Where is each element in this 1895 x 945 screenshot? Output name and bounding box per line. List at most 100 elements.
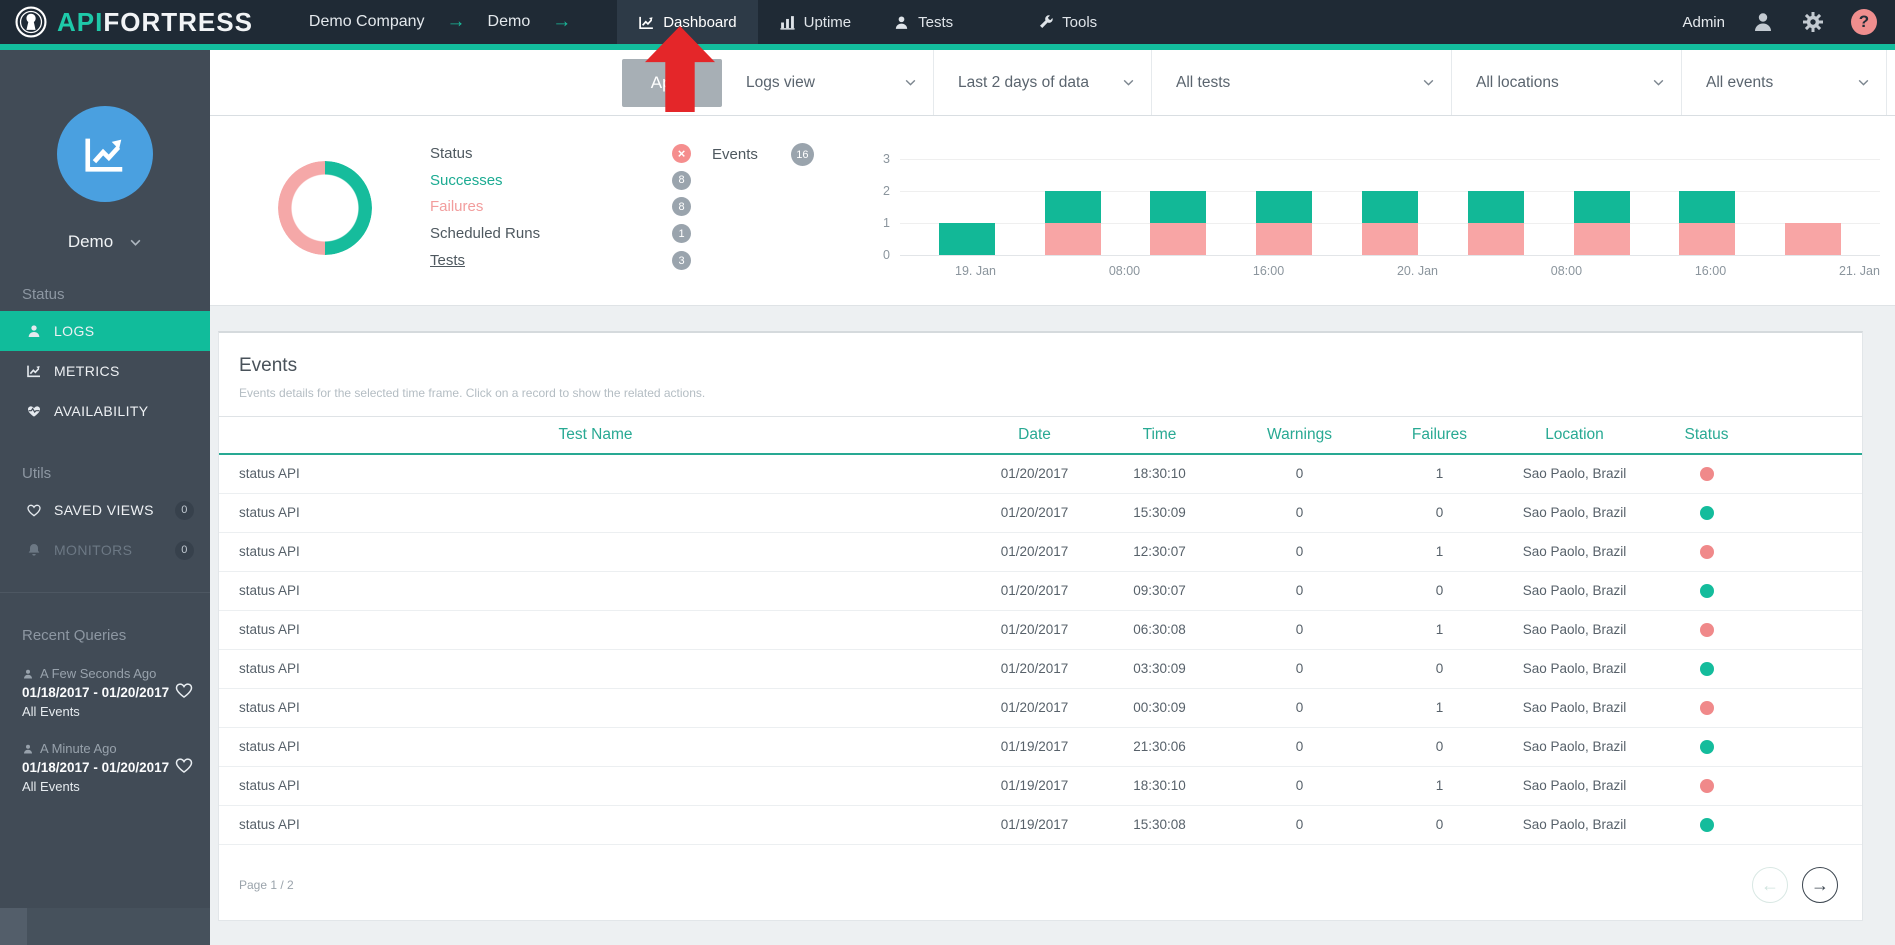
- x-axis-tick: 20. Jan: [1397, 264, 1438, 278]
- table-row[interactable]: status API 01/20/2017 03:30:09 0 0 Sao P…: [219, 649, 1862, 688]
- table-column-header[interactable]: Time: [1097, 417, 1222, 455]
- filter-dropdown-value: All locations: [1476, 74, 1559, 92]
- cell-failures: 1: [1377, 766, 1502, 805]
- project-avatar[interactable]: [57, 106, 153, 202]
- chart-bar-slot: [1549, 191, 1655, 255]
- status-summary-row[interactable]: Failures 8: [430, 194, 691, 221]
- status-summary-row[interactable]: Successes 8: [430, 167, 691, 194]
- status-summary-row[interactable]: Tests 3: [430, 247, 691, 274]
- project-selector[interactable]: Demo: [0, 232, 210, 252]
- table-row[interactable]: status API 01/20/2017 06:30:08 0 1 Sao P…: [219, 610, 1862, 649]
- filter-dropdown[interactable]: Last 2 days of data: [934, 50, 1152, 115]
- nav-tab[interactable]: Uptime: [758, 0, 873, 44]
- filter-dropdown[interactable]: Logs view: [722, 50, 934, 115]
- chart-bar[interactable]: [939, 223, 995, 255]
- sidebar-item[interactable]: SAVED VIEWS 0: [0, 490, 210, 530]
- x-axis-tick: 08:00: [1551, 264, 1582, 278]
- table-row[interactable]: status API 01/20/2017 18:30:10 0 1 Sao P…: [219, 454, 1862, 493]
- cell-time: 15:30:09: [1097, 493, 1222, 532]
- nav-tab-icon: [893, 14, 910, 31]
- help-icon[interactable]: ?: [1851, 9, 1877, 35]
- cell-test-name: status API: [219, 727, 972, 766]
- user-icon[interactable]: [1751, 10, 1775, 34]
- cell-test-name: status API: [219, 649, 972, 688]
- query-date-range: 01/18/2017 - 01/20/2017: [22, 760, 170, 775]
- filter-dropdown[interactable]: All events: [1682, 50, 1887, 115]
- cell-test-name: status API: [219, 532, 972, 571]
- table-column-header[interactable]: Date: [972, 417, 1097, 455]
- next-page-button[interactable]: →: [1802, 867, 1838, 903]
- cell-location: Sao Paolo, Brazil: [1502, 688, 1647, 727]
- recent-query-item[interactable]: A Minute Ago 01/18/2017 - 01/20/2017 All…: [0, 741, 210, 794]
- sidebar-item[interactable]: METRICS: [0, 351, 210, 391]
- chevron-down-icon: [1122, 76, 1135, 89]
- app-logo: APIFORTRESS: [14, 5, 253, 39]
- cell-status: [1647, 727, 1862, 766]
- cell-location: Sao Paolo, Brazil: [1502, 649, 1647, 688]
- sidebar-item-icon: [26, 542, 42, 558]
- cell-time: 03:30:09: [1097, 649, 1222, 688]
- cell-test-name: status API: [219, 454, 972, 493]
- events-card: Events Events details for the selected t…: [218, 331, 1863, 921]
- chart-plot-area: 3210: [900, 159, 1880, 255]
- nav-tab[interactable]: Tests: [872, 0, 974, 44]
- bar-failure-segment: [1045, 223, 1101, 255]
- breadcrumb-project[interactable]: Demo: [488, 13, 531, 31]
- breadcrumb-company[interactable]: Demo Company: [309, 13, 425, 31]
- status-dot: [1700, 623, 1714, 637]
- user-icon: [22, 743, 34, 755]
- top-navbar: APIFORTRESS Demo Company → Demo → Dashbo…: [0, 0, 1895, 44]
- chart-bar[interactable]: [1150, 191, 1206, 255]
- chart-bar[interactable]: [1679, 191, 1735, 255]
- table-row[interactable]: status API 01/20/2017 15:30:09 0 0 Sao P…: [219, 493, 1862, 532]
- cell-failures: 1: [1377, 532, 1502, 571]
- table-row[interactable]: status API 01/19/2017 15:30:08 0 0 Sao P…: [219, 805, 1862, 844]
- table-row[interactable]: status API 01/20/2017 00:30:09 0 1 Sao P…: [219, 688, 1862, 727]
- chart-bar[interactable]: [1256, 191, 1312, 255]
- table-row[interactable]: status API 01/20/2017 09:30:07 0 0 Sao P…: [219, 571, 1862, 610]
- gear-icon[interactable]: [1801, 10, 1825, 34]
- chart-bar[interactable]: [1574, 191, 1630, 255]
- table-row[interactable]: status API 01/19/2017 21:30:06 0 0 Sao P…: [219, 727, 1862, 766]
- filter-dropdown[interactable]: All tests: [1152, 50, 1452, 115]
- chevron-down-icon: [1857, 76, 1870, 89]
- cell-status: [1647, 805, 1862, 844]
- nav-tab-icon: [638, 14, 655, 31]
- sidebar-item[interactable]: MONITORS 0: [0, 530, 210, 570]
- table-column-header[interactable]: Warnings: [1222, 417, 1377, 455]
- sidebar-footer-button[interactable]: [0, 908, 27, 945]
- filter-bar: Apply Logs view Last 2 days of data All …: [210, 50, 1895, 116]
- table-column-header[interactable]: Test Name: [219, 417, 972, 455]
- cell-date: 01/20/2017: [972, 610, 1097, 649]
- table-column-header[interactable]: Location: [1502, 417, 1647, 455]
- bar-success-segment: [1679, 191, 1735, 223]
- sidebar-item[interactable]: LOGS: [0, 311, 210, 351]
- recent-query-item[interactable]: A Few Seconds Ago 01/18/2017 - 01/20/201…: [0, 666, 210, 719]
- favorite-heart-icon[interactable]: [174, 680, 194, 700]
- cell-failures: 1: [1377, 454, 1502, 493]
- chart-bar[interactable]: [1045, 191, 1101, 255]
- bar-failure-segment: [1362, 223, 1418, 255]
- table-column-header[interactable]: Status: [1647, 417, 1862, 455]
- status-summary-row[interactable]: Scheduled Runs 1: [430, 220, 691, 247]
- status-summary-row[interactable]: Status ×: [430, 140, 691, 167]
- bar-failure-segment: [1785, 223, 1841, 255]
- chart-bar[interactable]: [1785, 223, 1841, 255]
- status-summary-badge: 1: [672, 224, 691, 243]
- cell-time: 06:30:08: [1097, 610, 1222, 649]
- sidebar-item-label: METRICS: [54, 363, 120, 379]
- prev-page-button[interactable]: ←: [1752, 867, 1788, 903]
- table-column-header[interactable]: Failures: [1377, 417, 1502, 455]
- table-row[interactable]: status API 01/19/2017 18:30:10 0 1 Sao P…: [219, 766, 1862, 805]
- status-dot: [1700, 545, 1714, 559]
- tools-menu[interactable]: Tools: [1038, 14, 1097, 31]
- cell-failures: 0: [1377, 493, 1502, 532]
- chart-bar[interactable]: [1362, 191, 1418, 255]
- favorite-heart-icon[interactable]: [174, 755, 194, 775]
- bar-success-segment: [1150, 191, 1206, 223]
- table-row[interactable]: status API 01/20/2017 12:30:07 0 1 Sao P…: [219, 532, 1862, 571]
- sidebar-item[interactable]: AVAILABILITY: [0, 391, 210, 431]
- bar-failure-segment: [1468, 223, 1524, 255]
- filter-dropdown[interactable]: All locations: [1452, 50, 1682, 115]
- chart-bar[interactable]: [1468, 191, 1524, 255]
